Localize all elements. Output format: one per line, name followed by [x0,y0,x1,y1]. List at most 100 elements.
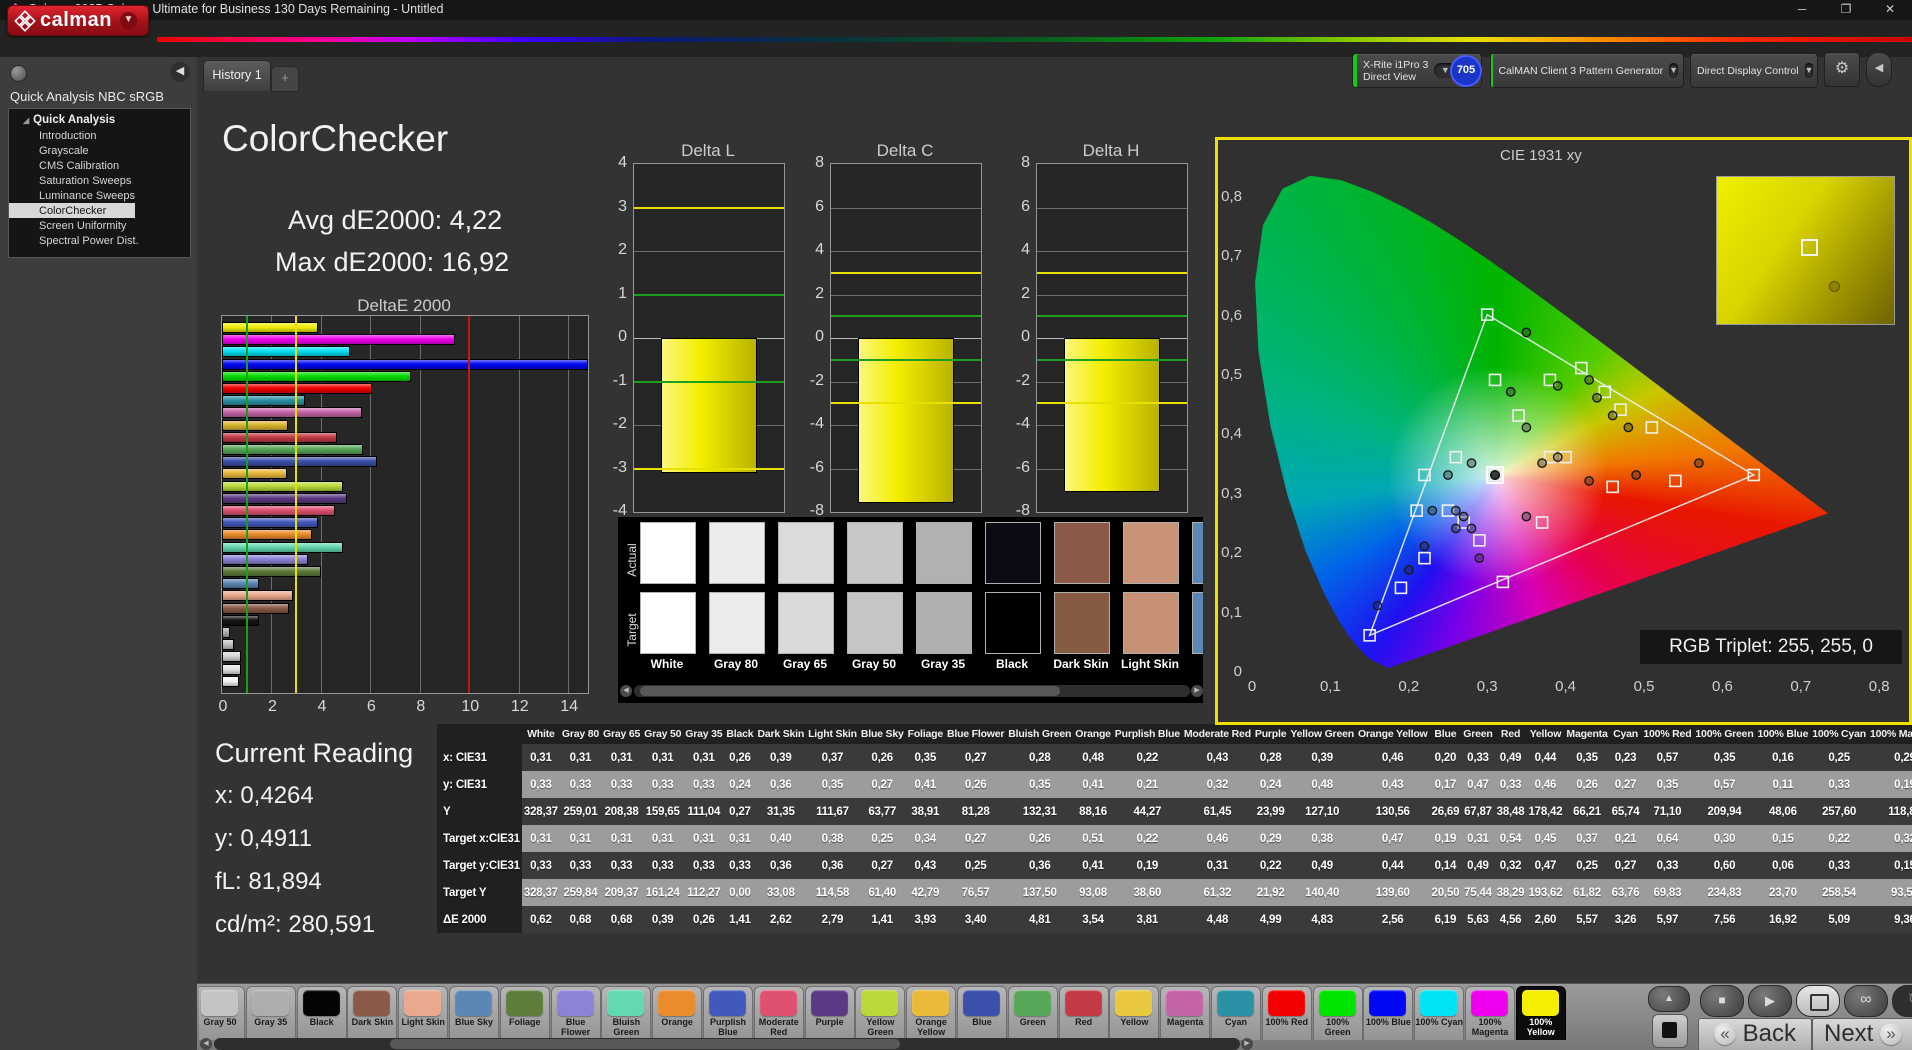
patch-tile-100-cyan[interactable]: 100% Cyan [1414,986,1465,1040]
table-cell: 63,77 [858,798,906,825]
cie-measured-dot [1372,600,1383,611]
minimize-button[interactable]: ─ [1780,0,1824,20]
patch-tile-100-yellow[interactable]: 100% Yellow [1515,986,1566,1040]
patch-scrollbar-thumb[interactable] [390,1039,900,1049]
cie-measured-dot [1521,511,1532,522]
display-control-dropdown[interactable]: Direct Display Control ▼ [1690,53,1818,88]
layout-monitor-button[interactable] [1652,1014,1688,1048]
table-cell: 2,79 [806,906,859,933]
settings-gear-button[interactable]: ⚙ [1824,52,1860,87]
table-cell: 0,38 [806,825,859,852]
table-header-cell: Gray 35 [683,724,725,744]
swatch-target [1192,592,1203,654]
patch-tile-blue[interactable]: Blue [957,986,1007,1040]
cie-measured-dot [1505,386,1516,397]
cie-target-square [1535,516,1549,529]
sidebar-item-grayscale[interactable]: Grayscale [9,143,190,158]
delta-chart-title: Delta L [681,141,735,160]
patch-tile-light-skin[interactable]: Light Skin [398,986,449,1040]
patch-scrollbar[interactable] [214,1038,1240,1050]
tree-root-item[interactable]: ◢ Quick Analysis [9,109,190,128]
sidebar-collapse-icon[interactable]: ◀ [170,62,190,82]
cie-target-square [1488,373,1502,387]
delta-gridline [1037,251,1187,252]
table-cell: 4,83 [1288,906,1356,933]
swatch-scrollbar[interactable] [634,685,1190,697]
tab-history-1[interactable]: History 1 [203,60,271,91]
patch-tile-yellow-green[interactable]: Yellow Green [855,986,906,1040]
tree-expander-icon[interactable]: ◢ [23,116,29,125]
sidebar-item-spectral-power-dist-[interactable]: Spectral Power Dist. [9,233,190,248]
next-button[interactable]: Next » [1812,1018,1912,1050]
table-cell: 0,33 [1810,852,1868,879]
patch-tile-green[interactable]: Green [1007,986,1058,1040]
patch-tile-blue-flower[interactable]: Blue Flower [550,986,601,1040]
session-indicator-icon[interactable] [10,65,27,82]
calman-menu-button[interactable]: calman ▼ [7,5,149,36]
patch-tile-black[interactable]: Black [296,986,347,1040]
patch-tile-bluish-green[interactable]: Bluish Green [601,986,652,1040]
patch-tile-purplish-blue[interactable]: Purplish Blue [703,986,753,1040]
back-button[interactable]: « Back [1698,1018,1812,1050]
table-cell: 0,24 [724,771,756,798]
sidebar-item-introduction[interactable]: Introduction [9,128,190,143]
table-cell: 42,79 [905,879,945,906]
swatch-scroll-left-icon[interactable]: ◀ [620,685,632,697]
sidebar-item-luminance-sweeps[interactable]: Luminance Sweeps [9,188,190,203]
swatch-scroll-right-icon[interactable]: ▶ [1191,685,1203,697]
patch-tile-orange[interactable]: Orange [652,986,703,1040]
patch-tile-orange-yellow[interactable]: Orange Yellow [906,986,957,1040]
table-cell: 3,81 [1112,906,1182,933]
patch-tile-yellow[interactable]: Yellow [1109,986,1160,1040]
table-cell: 76,57 [944,879,1007,906]
patch-tile-red[interactable]: Red [1058,986,1109,1040]
delta-h-chart [1036,163,1188,513]
patch-color-chip [1115,990,1153,1016]
delta-y-tick: -6 [1015,458,1030,476]
stop-button[interactable]: ■ [1700,985,1744,1017]
refresh-button[interactable]: ↻ [1892,985,1912,1017]
patch-tile-gray-35[interactable]: Gray 35 [245,986,296,1040]
table-cell: 5,63 [1461,906,1495,933]
continuous-measure-button[interactable]: ∞ [1844,985,1888,1017]
table-cell: 0,39 [755,744,807,771]
swatch-actual [640,522,696,584]
patch-tile-blue-sky[interactable]: Blue Sky [449,986,499,1040]
table-cell: 44,27 [1112,798,1182,825]
close-button[interactable]: ✕ [1868,0,1912,20]
patch-tile-100-green[interactable]: 100% Green [1312,986,1363,1040]
swatch-scrollbar-thumb[interactable] [640,686,1060,696]
panel-collapse-button[interactable]: ◀ [1866,52,1892,87]
patch-scroll-right-icon[interactable]: ▶ [1241,1038,1253,1050]
calman-dropdown-icon[interactable]: ▼ [119,12,137,29]
patch-tile-cyan[interactable]: Cyan [1211,986,1261,1040]
panel-up-button[interactable]: ▲ [1648,986,1690,1012]
pattern-window-button[interactable] [1796,985,1840,1017]
patch-tile-dark-skin[interactable]: Dark Skin [347,986,398,1040]
patch-tile-gray-50[interactable]: Gray 50 [199,986,245,1040]
patch-tile-purple[interactable]: Purple [804,986,855,1040]
sidebar-item-cms-calibration[interactable]: CMS Calibration [9,158,190,173]
patch-tile-100-red[interactable]: 100% Red [1261,986,1312,1040]
table-cell: 0,26 [944,771,1007,798]
table-cell: 328,37 [521,798,560,825]
patch-tile-foliage[interactable]: Foliage [499,986,550,1040]
table-cell: 0,31 [683,744,725,771]
delta-gridline [831,294,981,296]
patch-tile-100-blue[interactable]: 100% Blue [1363,986,1414,1040]
maximize-button[interactable]: ❐ [1824,0,1868,20]
patch-tile-moderate-red[interactable]: Moderate Red [753,986,804,1040]
sidebar-item-saturation-sweeps[interactable]: Saturation Sweeps [9,173,190,188]
play-button[interactable]: ▶ [1748,985,1792,1017]
patch-tile-magenta[interactable]: Magenta [1160,986,1211,1040]
tab-add-button[interactable]: + [271,66,299,92]
cie-y-tick: 0,7 [1221,247,1242,265]
meter-count-badge[interactable]: 705 [1450,55,1482,87]
delta-y-tick: -2 [1015,371,1030,389]
patch-tile-100-magenta[interactable]: 100% Magenta [1465,986,1515,1040]
pattern-generator-dropdown[interactable]: CalMAN Client 3 Pattern Generator ▼ [1490,53,1684,88]
patch-tile-label: Foliage [509,1017,541,1027]
patch-scroll-left-icon[interactable]: ◀ [200,1038,212,1050]
sidebar-item-screen-uniformity[interactable]: Screen Uniformity [9,218,190,233]
sidebar-item-colorchecker[interactable]: ColorChecker [9,203,135,218]
